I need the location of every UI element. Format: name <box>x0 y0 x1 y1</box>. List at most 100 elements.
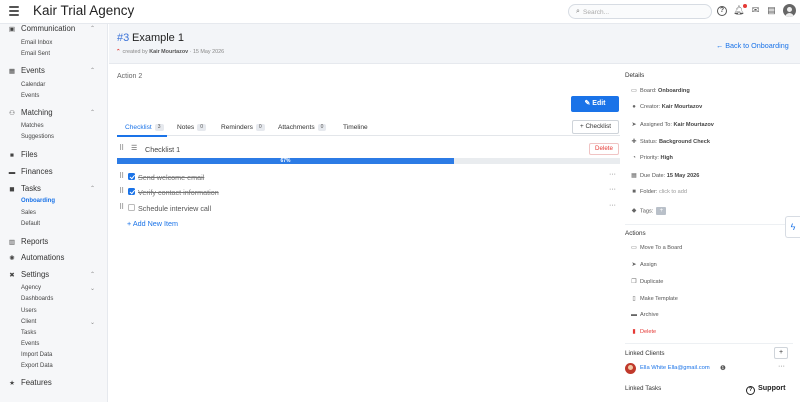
sidebar-section-automations[interactable]: ✺ Automations <box>8 253 64 262</box>
search-input[interactable]: ⌕ Search... <box>568 4 712 19</box>
sidebar-item-client[interactable]: Client <box>21 319 36 325</box>
sidebar-item-events-settings[interactable]: Events <box>21 341 39 347</box>
detail-status[interactable]: ✚ Status: Background Check <box>630 138 709 145</box>
tab-attachments[interactable]: Attachments 0 <box>278 124 327 131</box>
tab-reminders[interactable]: Reminders 0 <box>221 124 265 131</box>
back-to-onboarding-link[interactable]: ← Back to Onboarding <box>716 41 789 50</box>
user-icon: ● <box>632 104 636 110</box>
menu-icon[interactable] <box>9 6 19 16</box>
chevron-up-icon[interactable]: ⌃ <box>90 67 95 74</box>
messages-icon[interactable]: ✉ <box>750 5 761 16</box>
sidebar-item-sales[interactable]: Sales <box>21 210 36 216</box>
add-checklist-button[interactable]: + Checklist <box>572 120 619 134</box>
cogs-icon: ✺ <box>9 255 15 262</box>
client-name-link[interactable]: Ella White Ella@gmail.com <box>640 365 710 371</box>
help-icon[interactable]: ? <box>717 6 727 16</box>
drag-handle-icon[interactable]: ⠿ <box>119 203 124 211</box>
sidebar-item-tasks[interactable]: Tasks <box>21 330 36 336</box>
more-icon[interactable]: ··· <box>609 202 616 209</box>
sidebar-item-dashboards[interactable]: Dashboards <box>21 296 53 302</box>
sidebar-item-suggestions[interactable]: Suggestions <box>21 134 54 140</box>
item-label[interactable]: Send welcome email <box>138 173 204 182</box>
chevron-up-icon[interactable]: ⌃ <box>90 271 95 278</box>
priority-icon: ◔ <box>632 155 636 161</box>
add-linked-client-button[interactable]: + <box>774 347 788 359</box>
detail-folder[interactable]: ■ Folder: click to add <box>630 189 687 195</box>
user-plus-icon: ➤ <box>631 122 637 128</box>
more-icon[interactable]: ··· <box>609 186 616 193</box>
item-checkbox[interactable] <box>128 188 135 195</box>
support-button[interactable]: ? Support <box>746 383 786 395</box>
details-title: Details <box>625 72 645 79</box>
search-icon: ⌕ <box>576 8 580 15</box>
more-icon[interactable]: ··· <box>778 363 785 370</box>
item-checkbox[interactable] <box>128 204 135 211</box>
notification-icon[interactable]: 🔔︎ <box>733 4 747 16</box>
drag-handle-icon[interactable]: ⠿ <box>119 172 124 180</box>
add-tag-button[interactable]: + <box>656 207 667 215</box>
item-label[interactable]: Schedule interview call <box>138 204 211 213</box>
more-icon[interactable]: ··· <box>609 171 616 178</box>
item-checkbox[interactable] <box>128 173 135 180</box>
linked-client-row: Ella White Ella@gmail.com ❶ ··· <box>625 363 790 375</box>
sidebar-section-files[interactable]: ■ Files <box>8 150 37 159</box>
detail-assigned[interactable]: ➤ Assigned To: Kair Mourtazov <box>630 121 713 128</box>
tab-count: 3 <box>154 124 164 131</box>
chevron-up-icon[interactable]: ⌃ <box>90 25 95 32</box>
tab-notes[interactable]: Notes 0 <box>177 124 207 131</box>
active-tab-indicator <box>117 135 167 137</box>
sidebar-item-onboarding[interactable]: Onboarding <box>21 198 55 204</box>
status-icon: ✚ <box>631 139 637 145</box>
linked-tasks-title: Linked Tasks <box>625 385 662 392</box>
sidebar-item-import-data[interactable]: Import Data <box>21 352 52 358</box>
chevron-down-icon[interactable]: ⌄ <box>90 319 95 326</box>
sidebar-section-matching[interactable]: ⚇ Matching <box>8 108 53 117</box>
tab-checklist[interactable]: Checklist 3 <box>125 124 164 131</box>
sidebar-section-finances[interactable]: ▬ Finances <box>8 167 53 176</box>
edit-button[interactable]: ✎ Edit <box>571 96 619 112</box>
chevron-up-icon[interactable]: ⌃ <box>90 185 95 192</box>
sidebar-section-events[interactable]: ▦ Events <box>8 66 45 75</box>
item-label[interactable]: Verify contact information <box>138 188 219 197</box>
checklist-item: ⠿ Schedule interview call ··· <box>117 201 620 215</box>
duplicate-action[interactable]: ❐ Duplicate <box>630 278 663 285</box>
detail-due-date[interactable]: ▦ Due Date: 15 May 2026 <box>630 172 699 179</box>
info-icon[interactable]: ❶ <box>720 364 726 372</box>
sidebar-section-reports[interactable]: ▥ Reports <box>8 237 48 246</box>
make-template-action[interactable]: ▯ Make Template <box>630 295 677 302</box>
delete-action[interactable]: ▮ Delete <box>630 328 656 335</box>
drag-handle-icon[interactable]: ⠿ <box>119 144 124 152</box>
calendar-icon: ▦ <box>8 68 16 75</box>
linked-clients-title: Linked Clients <box>625 350 665 357</box>
help-icon: ? <box>746 386 755 395</box>
sidebar-section-communication[interactable]: ▣ Communication <box>8 24 75 33</box>
sidebar-item-email-inbox[interactable]: Email Inbox <box>21 40 52 46</box>
move-to-board-action[interactable]: ▭ Move To a Board <box>630 244 682 251</box>
drag-handle-icon[interactable]: ⠿ <box>119 187 124 195</box>
chevron-down-icon[interactable]: ⌄ <box>90 285 95 292</box>
assign-action[interactable]: ➤ Assign <box>630 261 656 268</box>
user-avatar[interactable] <box>783 4 796 17</box>
sidebar-item-users[interactable]: Users <box>21 308 37 314</box>
delete-checklist-button[interactable]: Delete <box>589 143 619 155</box>
archive-action[interactable]: ▬ Archive <box>630 312 659 318</box>
tab-count: 0 <box>317 124 327 131</box>
sidebar-item-email-sent[interactable]: Email Sent <box>21 51 50 57</box>
chevron-up-icon[interactable]: ⌃ <box>90 109 95 116</box>
sidebar-item-export-data[interactable]: Export Data <box>21 363 53 369</box>
add-new-item-button[interactable]: + Add New Item <box>127 219 178 228</box>
chat-icon[interactable]: ▤ <box>766 5 777 16</box>
sidebar-section-features[interactable]: ★ Features <box>8 378 52 387</box>
detail-priority[interactable]: ◔ Priority: High <box>630 155 673 161</box>
sidebar-item-events[interactable]: Events <box>21 93 39 99</box>
sidebar-item-matches[interactable]: Matches <box>21 123 44 129</box>
sidebar-item-calendar[interactable]: Calendar <box>21 82 45 88</box>
sidebar-section-settings[interactable]: ✖ Settings <box>8 270 49 279</box>
detail-creator: ● Creator: Kair Mourtazov <box>630 104 702 110</box>
bolt-icon[interactable]: ϟ <box>785 216 800 238</box>
tab-timeline[interactable]: Timeline <box>343 124 368 131</box>
sidebar-item-agency[interactable]: Agency <box>21 285 41 291</box>
sidebar-item-default[interactable]: Default <box>21 221 40 227</box>
sidebar-section-tasks[interactable]: ◼ Tasks <box>8 184 41 193</box>
action-label: Action 2 <box>117 73 143 80</box>
